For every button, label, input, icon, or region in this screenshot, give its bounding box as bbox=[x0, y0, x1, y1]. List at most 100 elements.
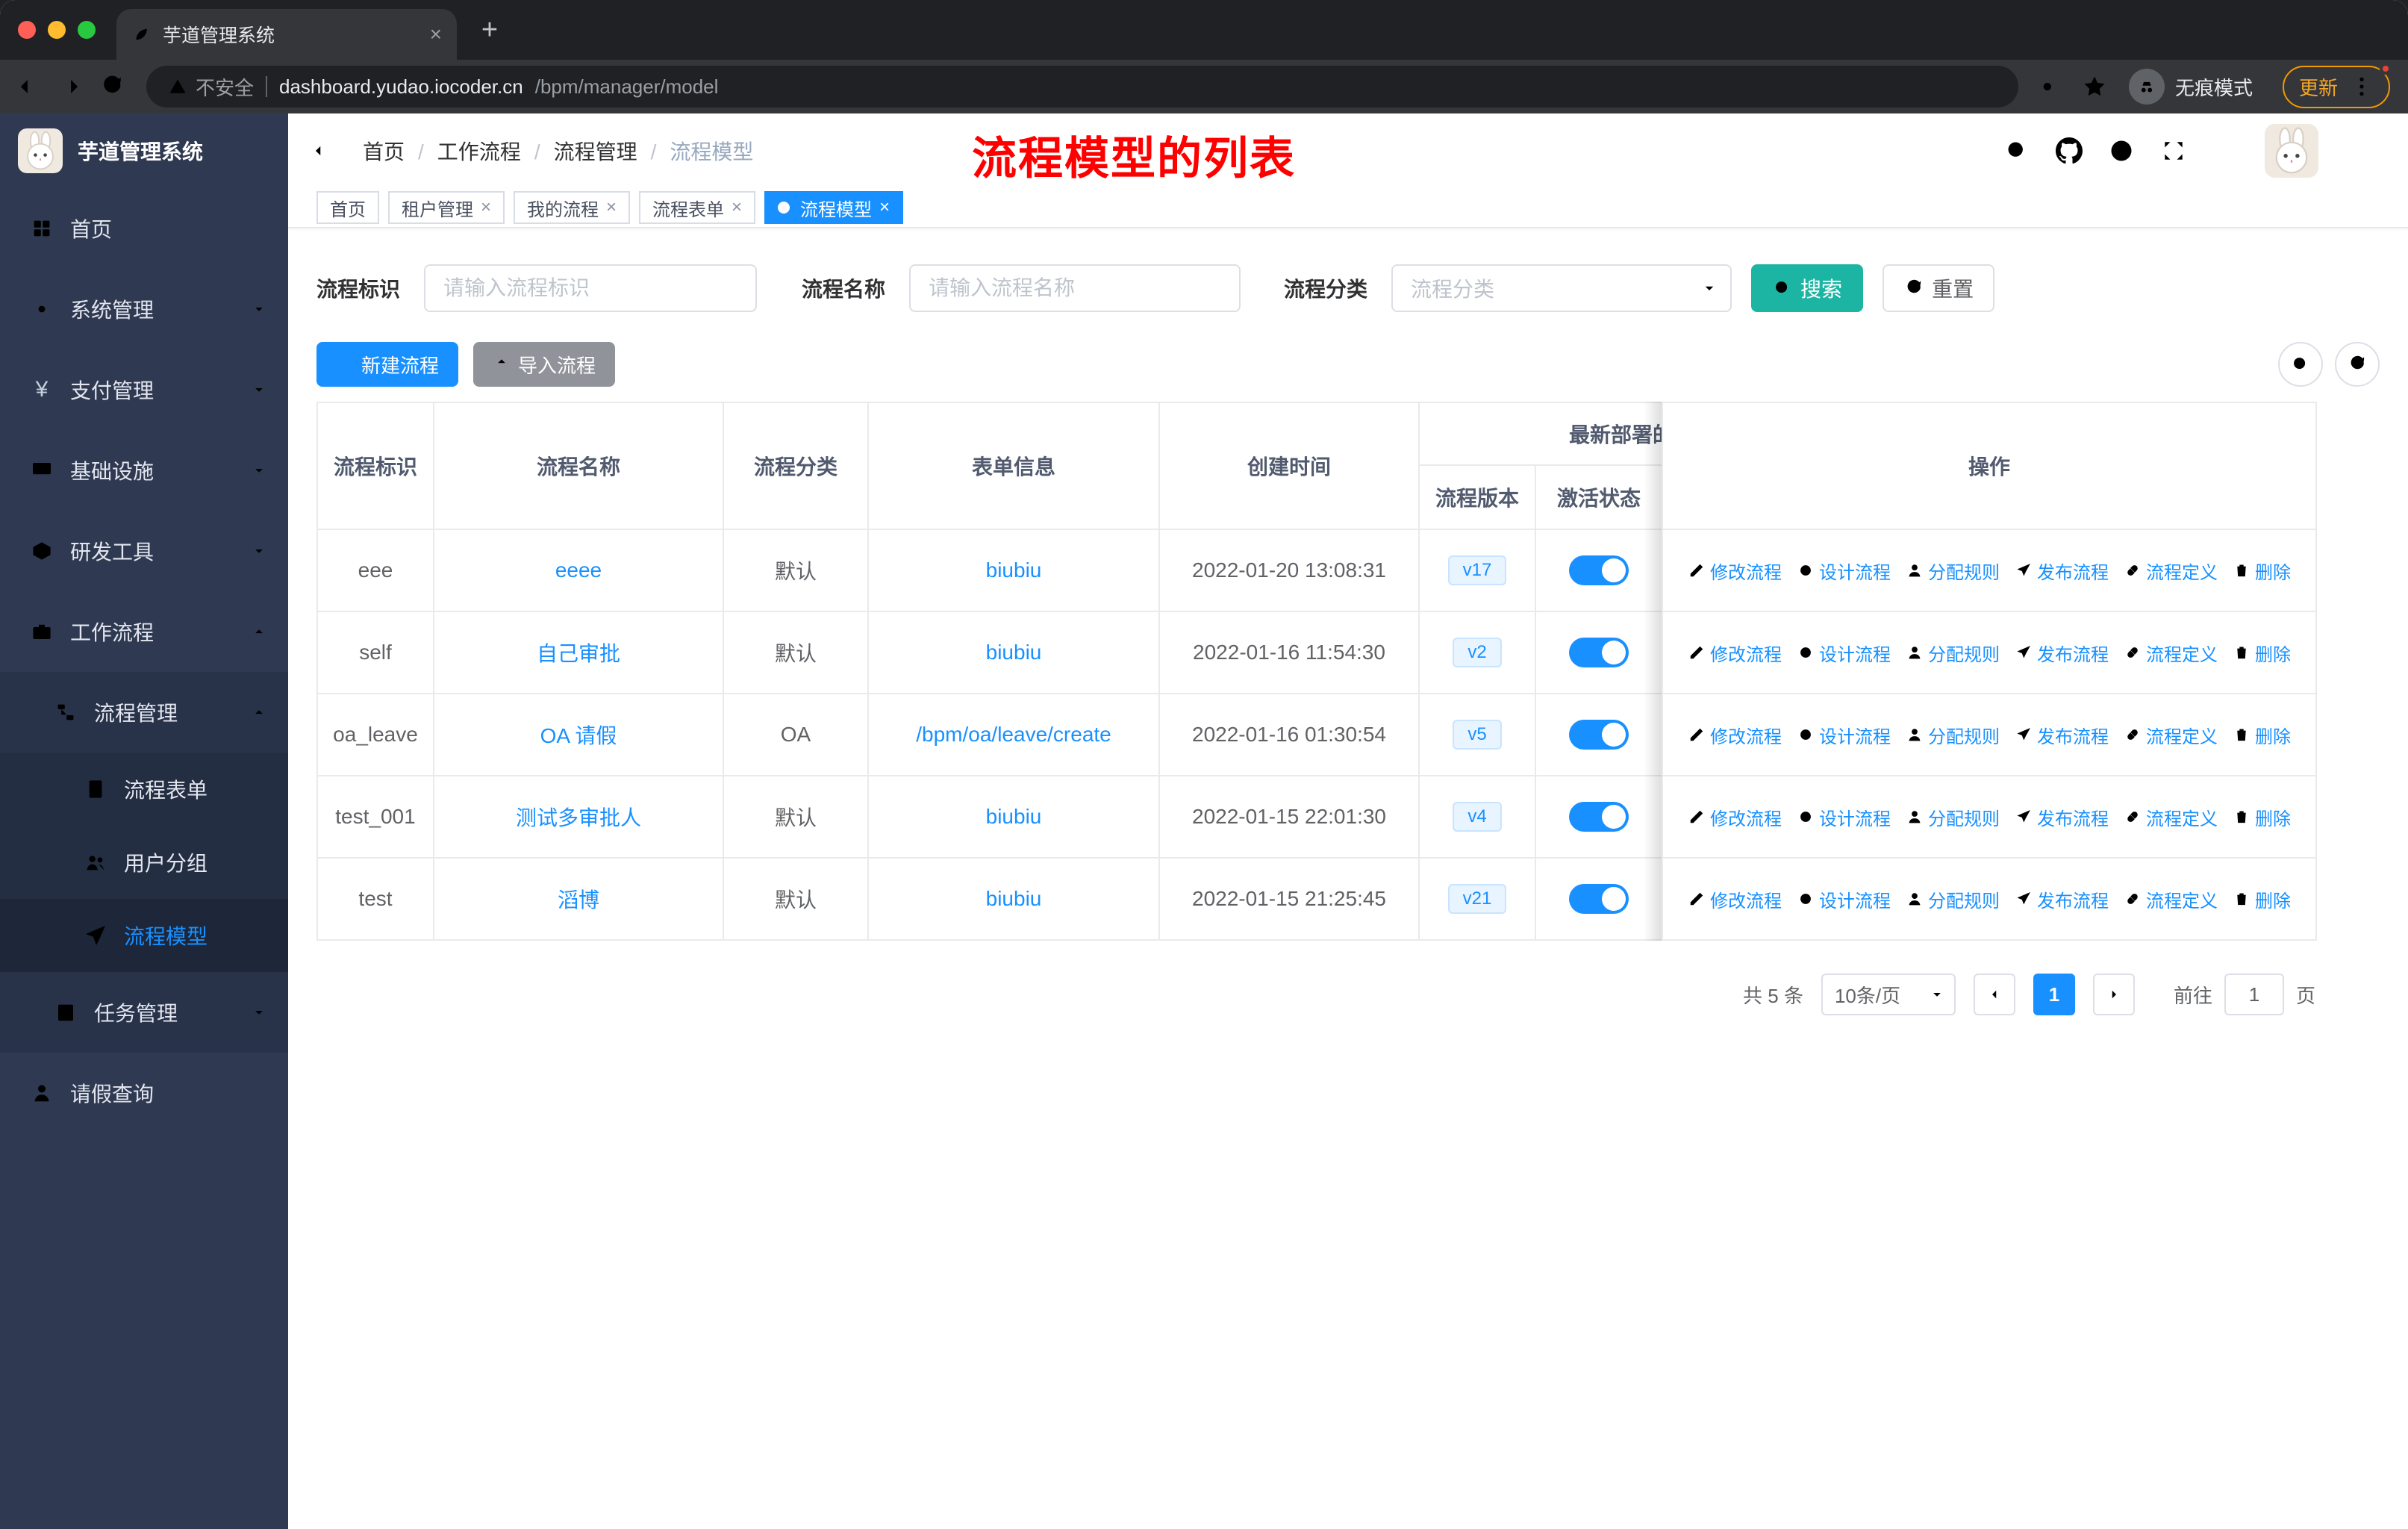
active-toggle[interactable] bbox=[1569, 555, 1629, 585]
active-toggle[interactable] bbox=[1569, 802, 1629, 832]
incognito-profile-chip[interactable]: 无痕模式 bbox=[2128, 69, 2253, 105]
process-definition-link[interactable]: 流程定义 bbox=[2124, 886, 2218, 912]
sidebar-item-process-management[interactable]: 流程管理 bbox=[0, 672, 288, 753]
process-definition-link[interactable]: 流程定义 bbox=[2124, 804, 2218, 830]
active-toggle[interactable] bbox=[1569, 638, 1629, 667]
sidebar-item-payment[interactable]: ¥ 支付管理 bbox=[0, 349, 288, 430]
assign-rule-link[interactable]: 分配规则 bbox=[1906, 640, 2000, 666]
close-tag-icon[interactable]: × bbox=[879, 197, 890, 218]
sidebar-item-task-management[interactable]: 任务管理 bbox=[0, 972, 288, 1053]
form-info-link[interactable]: biubiu bbox=[986, 805, 1042, 828]
assign-rule-link[interactable]: 分配规则 bbox=[1906, 722, 2000, 748]
form-info-link[interactable]: biubiu bbox=[986, 887, 1042, 910]
breadcrumb-item[interactable]: 工作流程 bbox=[437, 136, 554, 166]
window-minimize-button[interactable] bbox=[48, 21, 66, 39]
active-toggle[interactable] bbox=[1569, 720, 1629, 750]
publish-process-link[interactable]: 发布流程 bbox=[2015, 886, 2109, 912]
form-info-link[interactable]: /bpm/oa/leave/create bbox=[916, 723, 1111, 746]
assign-rule-link[interactable]: 分配规则 bbox=[1906, 886, 2000, 912]
tag-my-process[interactable]: 我的流程 × bbox=[514, 191, 631, 224]
import-process-button[interactable]: 导入流程 bbox=[473, 342, 616, 387]
publish-process-link[interactable]: 发布流程 bbox=[2015, 640, 2109, 666]
fullscreen-icon[interactable] bbox=[2160, 137, 2187, 164]
search-icon[interactable] bbox=[2003, 137, 2030, 164]
tag-process-model[interactable]: 流程模型 × bbox=[764, 191, 904, 224]
window-close-button[interactable] bbox=[18, 21, 36, 39]
browser-menu-icon[interactable] bbox=[2350, 75, 2374, 99]
delete-link[interactable]: 删除 bbox=[2233, 722, 2291, 748]
chrome-update-menu-button[interactable]: 更新 bbox=[2282, 62, 2392, 108]
publish-process-link[interactable]: 发布流程 bbox=[2015, 804, 2109, 830]
sidebar-item-devtools[interactable]: 研发工具 bbox=[0, 511, 288, 591]
create-process-button[interactable]: 新建流程 bbox=[316, 342, 459, 387]
new-tab-button[interactable]: + bbox=[469, 9, 511, 51]
tag-tenant-management[interactable]: 租户管理 × bbox=[388, 191, 505, 224]
page-size-select[interactable]: 10条/页 bbox=[1821, 974, 1956, 1015]
category-select[interactable]: 流程分类 bbox=[1391, 264, 1732, 312]
process-name-input[interactable] bbox=[909, 264, 1241, 312]
forward-icon[interactable] bbox=[57, 73, 84, 100]
delete-link[interactable]: 删除 bbox=[2233, 886, 2291, 912]
publish-process-link[interactable]: 发布流程 bbox=[2015, 558, 2109, 584]
help-icon[interactable] bbox=[2108, 137, 2135, 164]
password-key-icon[interactable] bbox=[2039, 73, 2066, 100]
reload-icon[interactable] bbox=[99, 73, 125, 100]
design-process-link[interactable]: 设计流程 bbox=[1797, 804, 1891, 830]
form-info-link[interactable]: biubiu bbox=[986, 558, 1042, 582]
show-search-button[interactable] bbox=[2278, 342, 2323, 387]
sidebar-item-leave-query[interactable]: 请假查询 bbox=[0, 1053, 288, 1133]
process-definition-link[interactable]: 流程定义 bbox=[2124, 640, 2218, 666]
github-icon[interactable] bbox=[2056, 137, 2083, 164]
process-name-link[interactable]: 自己审批 bbox=[537, 642, 620, 665]
sidebar-item-process-form[interactable]: 流程表单 bbox=[0, 753, 288, 826]
sidebar-item-system[interactable]: 系统管理 bbox=[0, 269, 288, 349]
process-name-link[interactable]: 测试多审批人 bbox=[516, 806, 641, 829]
sidebar-item-home[interactable]: 首页 bbox=[0, 188, 288, 269]
refresh-table-button[interactable] bbox=[2335, 342, 2380, 387]
process-name-link[interactable]: 滔博 bbox=[558, 888, 599, 912]
active-toggle[interactable] bbox=[1569, 884, 1629, 914]
process-name-link[interactable]: eeee bbox=[555, 558, 602, 582]
publish-process-link[interactable]: 发布流程 bbox=[2015, 722, 2109, 748]
process-name-link[interactable]: OA 请假 bbox=[540, 724, 617, 747]
sidebar-item-infrastructure[interactable]: 基础设施 bbox=[0, 430, 288, 511]
close-tag-icon[interactable]: × bbox=[732, 197, 742, 218]
design-process-link[interactable]: 设计流程 bbox=[1797, 722, 1891, 748]
sidebar-item-workflow[interactable]: 工作流程 bbox=[0, 591, 288, 672]
page-number-1[interactable]: 1 bbox=[2033, 974, 2075, 1015]
breadcrumb-item[interactable]: 流程管理 bbox=[554, 136, 670, 166]
breadcrumb-item[interactable]: 首页 bbox=[363, 136, 437, 166]
browser-tab[interactable]: 芋道管理系统 × bbox=[116, 9, 457, 60]
user-avatar[interactable] bbox=[2265, 124, 2318, 178]
modify-process-link[interactable]: 修改流程 bbox=[1688, 722, 1782, 748]
modify-process-link[interactable]: 修改流程 bbox=[1688, 886, 1782, 912]
delete-link[interactable]: 删除 bbox=[2233, 640, 2291, 666]
reset-button[interactable]: 重置 bbox=[1883, 264, 1995, 312]
sidebar-item-process-model[interactable]: 流程模型 bbox=[0, 899, 288, 972]
process-definition-link[interactable]: 流程定义 bbox=[2124, 558, 2218, 584]
next-page-button[interactable] bbox=[2092, 974, 2135, 1015]
assign-rule-link[interactable]: 分配规则 bbox=[1906, 804, 2000, 830]
modify-process-link[interactable]: 修改流程 bbox=[1688, 640, 1782, 666]
address-bar[interactable]: 不安全 dashboard.yudao.iocoder.cn/bpm/manag… bbox=[146, 66, 2018, 108]
bookmark-star-icon[interactable] bbox=[2081, 73, 2108, 100]
delete-link[interactable]: 删除 bbox=[2233, 558, 2291, 584]
goto-page-input[interactable] bbox=[2224, 974, 2284, 1015]
tag-home[interactable]: 首页 bbox=[316, 191, 379, 224]
process-definition-link[interactable]: 流程定义 bbox=[2124, 722, 2218, 748]
close-tag-icon[interactable]: × bbox=[481, 197, 491, 218]
window-zoom-button[interactable] bbox=[78, 21, 96, 39]
sidebar-toggle-icon[interactable] bbox=[312, 137, 339, 164]
delete-link[interactable]: 删除 bbox=[2233, 804, 2291, 830]
font-size-icon[interactable] bbox=[2212, 137, 2239, 164]
tag-process-form[interactable]: 流程表单 × bbox=[639, 191, 756, 224]
modify-process-link[interactable]: 修改流程 bbox=[1688, 804, 1782, 830]
design-process-link[interactable]: 设计流程 bbox=[1797, 640, 1891, 666]
form-info-link[interactable]: biubiu bbox=[986, 641, 1042, 664]
tab-close-icon[interactable]: × bbox=[430, 22, 442, 46]
search-button[interactable]: 搜索 bbox=[1751, 264, 1864, 312]
assign-rule-link[interactable]: 分配规则 bbox=[1906, 558, 2000, 584]
design-process-link[interactable]: 设计流程 bbox=[1797, 886, 1891, 912]
close-tag-icon[interactable]: × bbox=[606, 197, 617, 218]
design-process-link[interactable]: 设计流程 bbox=[1797, 558, 1891, 584]
